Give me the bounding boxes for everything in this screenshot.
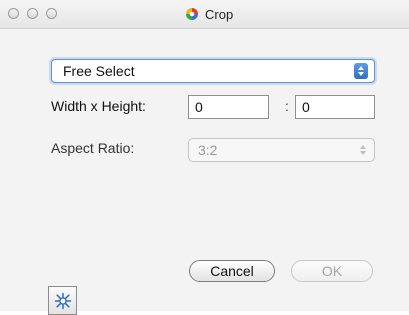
selection-mode-value: Free Select	[63, 63, 135, 79]
height-field[interactable]: 0	[295, 95, 375, 119]
window-title-group: Crop	[185, 5, 233, 23]
dropdown-arrows-icon	[354, 63, 368, 79]
crosshair-sparkle-icon	[54, 292, 71, 309]
aspect-ratio-value: 3:2	[198, 142, 218, 158]
cancel-label: Cancel	[210, 263, 254, 279]
width-height-label: Width x Height:	[51, 98, 146, 114]
color-wheel-icon	[186, 8, 198, 20]
window-title: Crop	[205, 6, 234, 22]
aspect-ratio-select[interactable]: 3:2	[188, 138, 375, 162]
width-value: 0	[195, 99, 203, 115]
crop-window: Crop Free Select Width x Height: 0 : 0 A…	[0, 0, 409, 315]
title-bar: Crop	[0, 0, 409, 29]
aspect-ratio-label: Aspect Ratio:	[51, 140, 135, 156]
zoom-window-button[interactable]	[46, 8, 57, 19]
height-value: 0	[302, 99, 310, 115]
select-arrows-icon	[358, 142, 368, 158]
cancel-button[interactable]: Cancel	[189, 260, 275, 282]
ok-label: OK	[321, 263, 343, 279]
width-field[interactable]: 0	[188, 95, 269, 119]
minimize-window-button[interactable]	[27, 8, 38, 19]
close-window-button[interactable]	[8, 8, 19, 19]
ok-button[interactable]: OK	[291, 260, 373, 282]
size-separator: :	[285, 98, 289, 114]
selection-mode-dropdown[interactable]: Free Select	[51, 59, 375, 83]
